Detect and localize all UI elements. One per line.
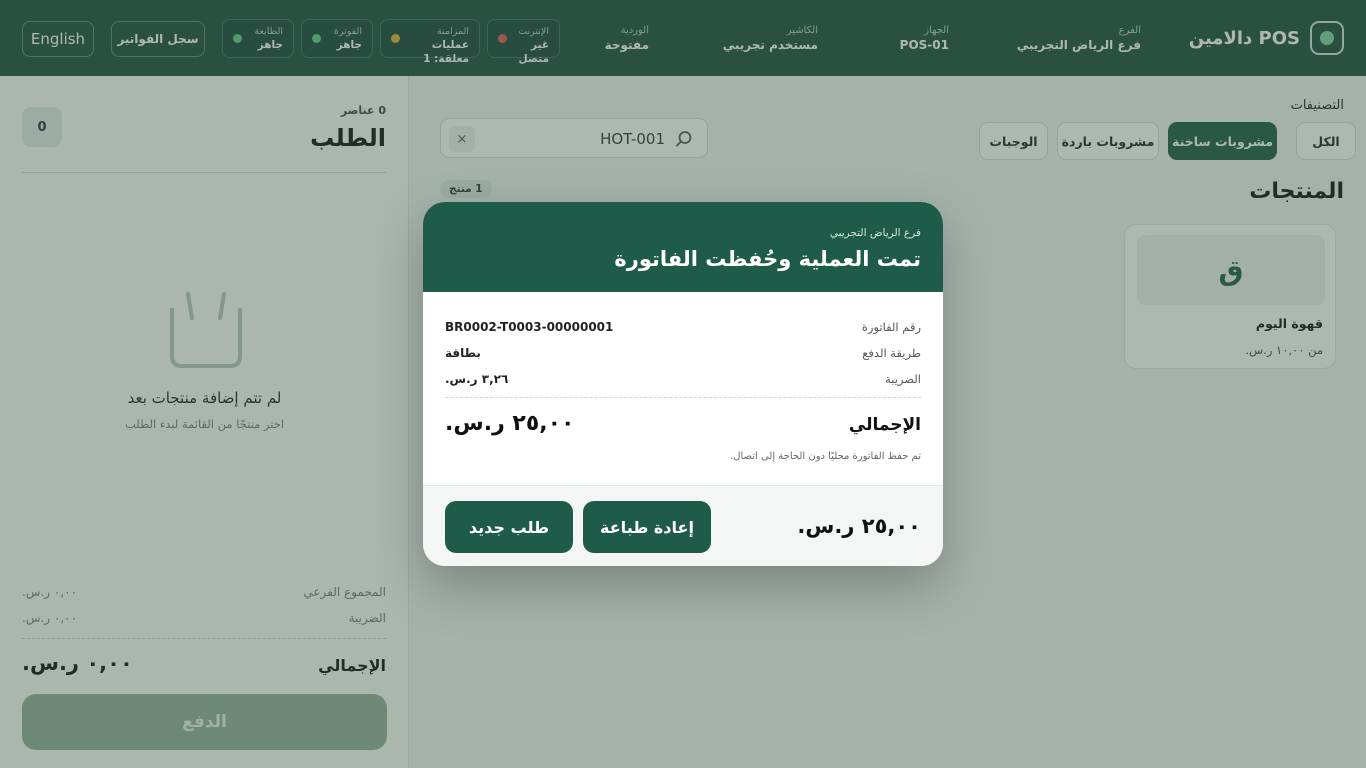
dialog-footer: ٢٥,٠٠ ر.س. إعادة طباعة طلب جديد [423,485,943,566]
dialog-tax-label: الضريبة [885,372,921,386]
divider [445,397,921,398]
invoice-number-row: رقم الفاتورة BR0002-T0003-00000001 [445,320,921,334]
payment-method-value: بطاقة [445,346,481,360]
invoice-number-value: BR0002-T0003-00000001 [445,320,614,334]
dialog-footer-total: ٢٥,٠٠ ر.س. [797,514,921,538]
offline-save-note: تم حفظ الفاتورة محليًا دون الحاجة إلى ات… [730,451,921,462]
invoice-saved-dialog: فرع الرياض التجريبي تمت العملية وحُفظت ا… [423,202,943,566]
invoice-number-label: رقم الفاتورة [861,320,921,334]
new-order-button[interactable]: طلب جديد [445,501,573,553]
payment-method-row: طريقة الدفع بطاقة [445,346,921,360]
dialog-branch: فرع الرياض التجريبي [829,227,921,239]
payment-method-label: طريقة الدفع [862,346,921,360]
dialog-header: فرع الرياض التجريبي تمت العملية وحُفظت ا… [423,202,943,292]
dialog-total-value: ٢٥,٠٠ ر.س. [445,411,575,436]
dialog-total-label: الإجمالي [848,415,921,435]
dialog-title: تمت العملية وحُفظت الفاتورة [614,247,921,271]
tax-row: الضريبة ٣,٢٦ ر.س. [445,372,921,386]
reprint-button[interactable]: إعادة طباعة [583,501,711,553]
dialog-tax-value: ٣,٢٦ ر.س. [445,372,509,386]
